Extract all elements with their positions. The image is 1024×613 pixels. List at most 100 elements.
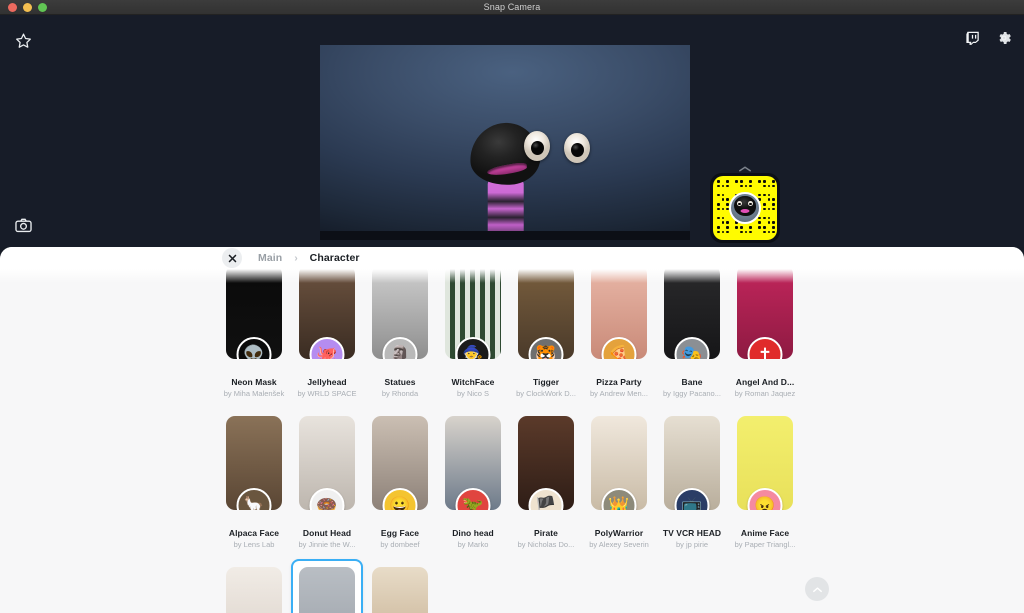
lens-name: Pizza Party xyxy=(596,377,642,387)
snapcode[interactable] xyxy=(710,173,780,243)
lens-author: by Miha Malenšek xyxy=(223,389,285,398)
lens-author: by WRLD SPACE xyxy=(297,389,357,398)
lens-thumbnail: 🐻 xyxy=(299,567,355,613)
lens-badge-icon: 🎭 xyxy=(674,337,710,359)
lens-badge-icon: 😠 xyxy=(747,488,783,510)
lens-name: Statues xyxy=(384,377,416,387)
lens-tile[interactable]: 🗿 Statues by Rhonda xyxy=(364,269,436,408)
lens-thumbnail: 🦌 xyxy=(226,567,282,613)
lens-badge-icon: 👽 xyxy=(236,337,272,359)
breadcrumb: Main › Character xyxy=(0,247,1024,269)
lens-tile[interactable]: 🐯 Tigger by ClockWork D... xyxy=(510,269,582,408)
lens-name: TV VCR HEAD xyxy=(662,528,722,538)
lens-tile[interactable]: 🏴 Pirate by Nicholas Do... xyxy=(510,408,582,559)
snapcode-lens-preview xyxy=(729,192,761,224)
lens-tile[interactable]: 😠 Anime Face by Paper Triangl... xyxy=(729,408,801,559)
lens-tile[interactable]: 👽 Neon Mask by Miha Malenšek xyxy=(218,269,290,408)
lens-tile[interactable]: 👑 PolyWarrior by Alexey Severin xyxy=(583,408,655,559)
lens-name: Tigger xyxy=(532,377,560,387)
lens-author: by Marko xyxy=(457,540,489,549)
lens-thumbnail: 🦖 xyxy=(445,416,501,510)
lens-thumbnail: 🏴 xyxy=(518,416,574,510)
lens-tile[interactable]: 🎩Fancy Catby Bri Garcia xyxy=(364,559,436,613)
lens-grid-scroll[interactable]: 👽 Neon Mask by Miha Malenšek 🐙 Jellyhead by W… xyxy=(0,269,1024,613)
lens-tile[interactable]: 🦌OH DEERby @GEORGIO. ... xyxy=(218,559,290,613)
lens-thumbnail: ✝ xyxy=(737,269,793,359)
lens-thumbnail: 🎭 xyxy=(664,269,720,359)
lens-author: by jp pirie xyxy=(675,540,709,549)
lens-thumbnail: 🍩 xyxy=(299,416,355,510)
lens-author: by ClockWork D... xyxy=(516,389,576,398)
lens-tile[interactable]: 🍕 Pizza Party by Andrew Men... xyxy=(583,269,655,408)
lens-badge-icon: 👑 xyxy=(601,488,637,510)
lens-badge-icon: 🦖 xyxy=(455,488,491,510)
lens-badge-icon: 🗿 xyxy=(382,337,418,359)
lens-tile[interactable]: 🦙 Alpaca Face by Lens Lab xyxy=(218,408,290,559)
lens-tile[interactable]: 📺 TV VCR HEAD by jp pirie xyxy=(656,408,728,559)
lens-panel: Main › Character 👽 Neon Mask by Miha Malen… xyxy=(0,247,1024,613)
lens-thumbnail: 🍕 xyxy=(591,269,647,359)
breadcrumb-current: Character xyxy=(309,252,360,264)
lens-tile[interactable]: 🎭 Bane by Iggy Pacano... xyxy=(656,269,728,408)
lens-author: by dombeef xyxy=(380,540,420,549)
lens-author: by Alexey Severin xyxy=(589,540,649,549)
lens-thumbnail: 👑 xyxy=(591,416,647,510)
lens-tile[interactable]: ✝ Angel And D... by Roman Jaquez xyxy=(729,269,801,408)
twitch-icon[interactable] xyxy=(962,28,982,48)
camera-icon[interactable] xyxy=(11,213,35,237)
scroll-to-top-button[interactable] xyxy=(805,577,829,601)
lens-author: by Jinnie the W... xyxy=(298,540,356,549)
chevron-up-icon[interactable] xyxy=(710,160,780,173)
lens-thumbnail: 👽 xyxy=(226,269,282,359)
lens-badge-icon: 🐙 xyxy=(309,337,345,359)
lens-badge-icon: 😀 xyxy=(382,488,418,510)
lens-author: by Nicholas Do... xyxy=(517,540,575,549)
lens-author: by Nico S xyxy=(456,389,490,398)
star-icon[interactable] xyxy=(12,29,34,51)
lens-thumbnail: 🧙 xyxy=(445,269,501,359)
lens-author: by Roman Jaquez xyxy=(734,389,796,398)
lens-tile[interactable]: 🐙 Jellyhead by WRLD SPACE xyxy=(291,269,363,408)
lens-tile[interactable]: 🦖 Dino head by Marko xyxy=(437,408,509,559)
lens-thumbnail: 😀 xyxy=(372,416,428,510)
lens-author: by Rhonda xyxy=(381,389,419,398)
lens-author: by Lens Lab xyxy=(233,540,275,549)
gear-icon[interactable] xyxy=(994,28,1014,48)
lens-tile[interactable]: 🧙 WitchFace by Nico S xyxy=(437,269,509,408)
snapcode-card[interactable] xyxy=(710,160,780,243)
lens-name: Pirate xyxy=(534,528,558,538)
lens-grid: 👽 Neon Mask by Miha Malenšek 🐙 Jellyhead by W… xyxy=(218,269,808,613)
lens-name: WitchFace xyxy=(451,377,495,387)
lens-thumbnail: 📺 xyxy=(664,416,720,510)
chevron-right-icon: › xyxy=(294,252,298,264)
lens-thumbnail: 🐙 xyxy=(299,269,355,359)
lens-name: Donut Head xyxy=(302,528,352,538)
lens-badge-icon: 🍩 xyxy=(309,488,345,510)
lens-name: Angel And D... xyxy=(735,377,795,387)
lens-thumbnail: 🎩 xyxy=(372,567,428,613)
lens-thumbnail: 🦙 xyxy=(226,416,282,510)
lens-name: Dino head xyxy=(452,528,494,538)
lens-tile[interactable]: 🐻3D Sock Pu...by Brielle Garcia xyxy=(291,559,363,613)
close-icon[interactable] xyxy=(222,248,242,268)
lens-name: Jellyhead xyxy=(307,377,347,387)
lens-badge-icon: 🏴 xyxy=(528,488,564,510)
lens-name: PolyWarrior xyxy=(594,528,644,538)
lens-badge-icon: 🐯 xyxy=(528,337,564,359)
lens-author: by Andrew Men... xyxy=(590,389,648,398)
puppet-eye-left xyxy=(524,131,550,161)
puppet-eyes xyxy=(400,131,610,165)
puppet-eye-right xyxy=(564,133,590,163)
breadcrumb-root[interactable]: Main xyxy=(258,252,282,264)
lens-tile[interactable]: 😀 Egg Face by dombeef xyxy=(364,408,436,559)
lens-name: Neon Mask xyxy=(231,377,277,387)
lens-name: Egg Face xyxy=(380,528,420,538)
lens-badge-icon: 🍕 xyxy=(601,337,637,359)
lens-tile[interactable]: 🍩 Donut Head by Jinnie the W... xyxy=(291,408,363,559)
lens-name: Bane xyxy=(681,377,703,387)
lens-thumbnail: 😠 xyxy=(737,416,793,510)
lens-name: Alpaca Face xyxy=(228,528,280,538)
lens-badge-icon: 🦙 xyxy=(236,488,272,510)
lens-name: Anime Face xyxy=(740,528,790,538)
lens-badge-icon: ✝ xyxy=(747,337,783,359)
